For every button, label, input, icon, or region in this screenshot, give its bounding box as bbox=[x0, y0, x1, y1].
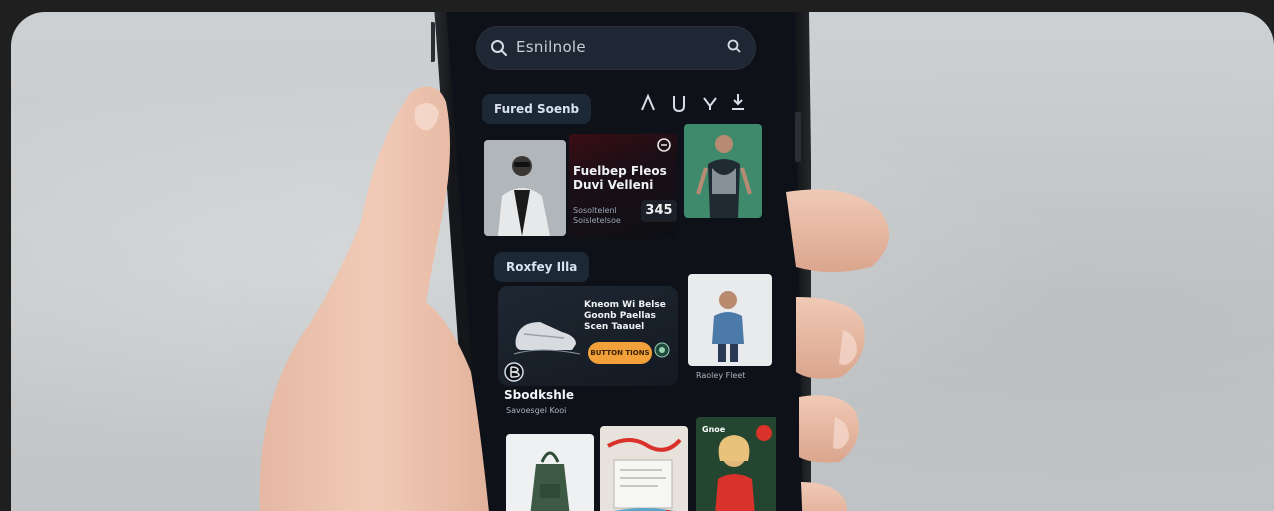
hand bbox=[259, 86, 889, 511]
search-input[interactable]: Esnilnole bbox=[516, 38, 586, 56]
search-icon bbox=[491, 40, 507, 56]
mic-icon[interactable] bbox=[726, 38, 742, 54]
photo-frame: Esnilnole Fured Soenb Fuelbep Fleos Duvi… bbox=[11, 12, 1274, 511]
search-bar[interactable]: Esnilnole bbox=[476, 26, 756, 70]
